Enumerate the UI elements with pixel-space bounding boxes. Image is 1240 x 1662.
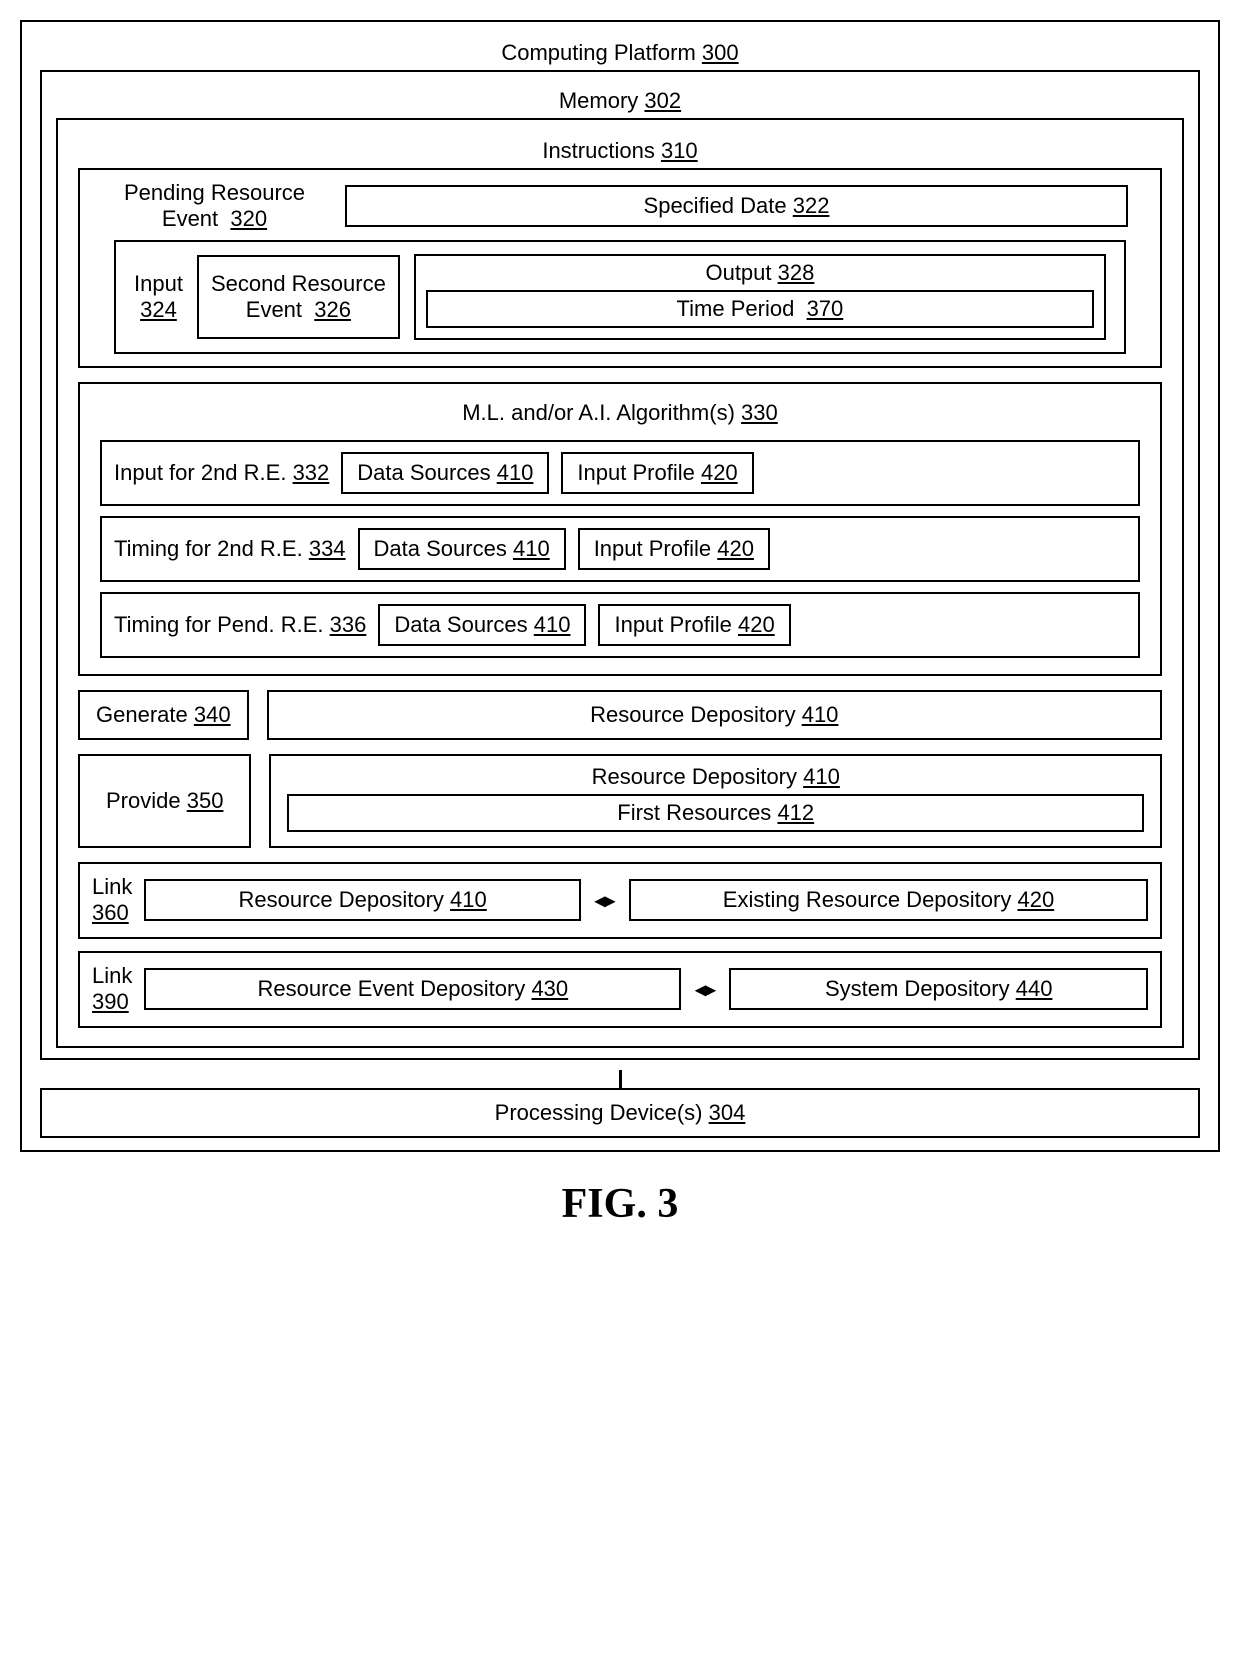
specified-date-num: 322 [793,193,830,218]
input-title: Input 324 [134,271,183,323]
second-re-num: 326 [314,297,351,322]
connector-line [619,1070,622,1088]
output-box: Output 328 Time Period 370 [414,254,1106,340]
memory-num: 302 [644,88,681,113]
time-period-box: Time Period 370 [426,290,1094,328]
generate-label-box: Generate 340 [78,690,249,740]
provide-dep-title: Resource Depository 410 [287,764,1144,790]
ml-ai-label: M.L. and/or A.I. Algorithm(s) [462,400,735,425]
first-resources-box: First Resources 412 [287,794,1144,832]
ml-row-0-ip: Input Profile 420 [561,452,753,494]
double-arrow-icon: ◂▸ [593,888,617,913]
input-num: 324 [140,297,177,322]
pending-label: Pending ResourceEvent [124,180,305,231]
time-period-label: Time Period [677,296,795,321]
ml-row-2-ip: Input Profile 420 [598,604,790,646]
generate-dep-box: Resource Depository 410 [267,690,1162,740]
ml-row-0: Input for 2nd R.E. 332 Data Sources 410 … [100,440,1140,506]
ml-ai-box: M.L. and/or A.I. Algorithm(s) 330 Input … [78,382,1162,676]
ml-row-1-ip: Input Profile 420 [578,528,770,570]
instructions-num: 310 [661,138,698,163]
ml-row-0-title: Input for 2nd R.E. 332 [114,460,329,486]
ml-row-2-ds: Data Sources 410 [378,604,586,646]
ml-ai-title: M.L. and/or A.I. Algorithm(s) 330 [94,394,1146,430]
ml-row-2-title: Timing for Pend. R.E. 336 [114,612,366,638]
pending-resource-event-box: Pending ResourceEvent 320 Specified Date… [78,168,1162,368]
link-390-label: Link 390 [92,963,132,1016]
provide-dep-box: Resource Depository 410 First Resources … [269,754,1162,848]
input-box: Input 324 Second ResourceEvent 326 Outpu… [114,240,1126,354]
computing-platform-title: Computing Platform 300 [34,34,1206,70]
ml-row-0-ds: Data Sources 410 [341,452,549,494]
memory-box: Memory 302 Instructions 310 Pending Reso… [40,70,1200,1060]
figure-caption: FIG. 3 [20,1180,1220,1228]
output-num: 328 [778,260,815,285]
specified-date-box: Specified Date 322 [345,185,1128,227]
computing-platform-num: 300 [702,40,739,65]
generate-row: Generate 340 Resource Depository 410 [78,690,1162,740]
double-arrow-icon: ◂▸ [693,977,717,1002]
time-period-num: 370 [807,296,844,321]
pending-num: 320 [230,206,267,231]
instructions-label: Instructions [542,138,655,163]
link-360-label: Link 360 [92,874,132,927]
instructions-box: Instructions 310 Pending ResourceEvent 3… [56,118,1184,1048]
link-360-row: Link 360 Resource Depository 410 ◂▸ Exis… [78,862,1162,939]
ml-row-0-num: 332 [293,460,330,485]
pending-title: Pending ResourceEvent 320 [124,180,305,232]
instructions-title: Instructions 310 [72,132,1168,168]
link-390-row: Link 390 Resource Event Depository 430 ◂… [78,951,1162,1028]
provide-row: Provide 350 Resource Depository 410 Firs… [78,754,1162,848]
memory-title: Memory 302 [52,82,1188,118]
output-label: Output [705,260,771,285]
second-re-label: Second ResourceEvent [211,271,386,322]
ml-row-1: Timing for 2nd R.E. 334 Data Sources 410… [100,516,1140,582]
link-360-a: Resource Depository 410 [144,879,581,921]
computing-platform-box: Computing Platform 300 Memory 302 Instru… [20,20,1220,1152]
link-390-a: Resource Event Depository 430 [144,968,681,1010]
ml-row-1-ds: Data Sources 410 [358,528,566,570]
ml-row-0-label: Input for 2nd R.E. [114,460,286,485]
second-resource-event-box: Second ResourceEvent 326 [197,255,400,339]
ml-ai-num: 330 [741,400,778,425]
link-390-b: System Depository 440 [729,968,1148,1010]
processing-devices-box: Processing Device(s) 304 [40,1088,1200,1138]
ml-row-1-title: Timing for 2nd R.E. 334 [114,536,346,562]
specified-date-label: Specified Date [644,193,787,218]
ml-row-2: Timing for Pend. R.E. 336 Data Sources 4… [100,592,1140,658]
memory-label: Memory [559,88,638,113]
computing-platform-label: Computing Platform [501,40,695,65]
output-title: Output 328 [426,260,1094,286]
input-label: Input [134,271,183,296]
provide-label-box: Provide 350 [78,754,251,848]
link-360-b: Existing Resource Depository 420 [629,879,1148,921]
